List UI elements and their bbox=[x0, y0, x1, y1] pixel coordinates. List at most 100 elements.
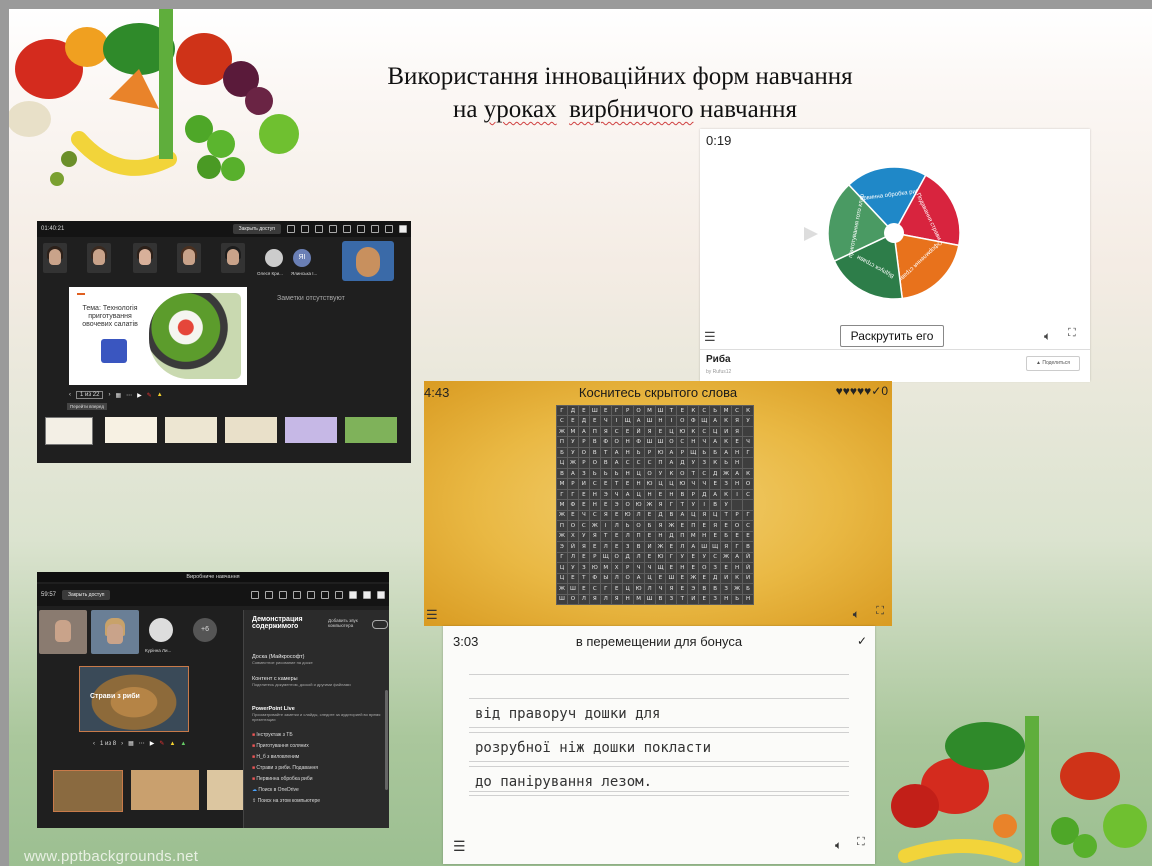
grid-letter[interactable]: І bbox=[611, 416, 622, 426]
grid-letter[interactable]: Я bbox=[721, 542, 732, 552]
pen-icon[interactable]: ✎ bbox=[159, 740, 164, 747]
content-icon[interactable] bbox=[301, 225, 309, 233]
grid-letter[interactable]: Н bbox=[622, 447, 633, 458]
grid-letter[interactable]: О bbox=[622, 500, 633, 510]
grid-letter[interactable]: Л bbox=[677, 542, 688, 552]
grid-letter[interactable]: Т bbox=[677, 594, 688, 604]
grid-letter[interactable]: Е bbox=[578, 552, 589, 563]
grid-letter[interactable]: А bbox=[622, 489, 633, 500]
grid-letter[interactable]: Е bbox=[578, 489, 589, 500]
grid-letter[interactable]: Ч bbox=[688, 479, 699, 489]
grid-letter[interactable]: Ф bbox=[567, 500, 578, 510]
grid-letter[interactable]: С bbox=[633, 458, 644, 468]
grid-letter[interactable]: Ж bbox=[721, 468, 732, 479]
grid-letter[interactable]: Ю bbox=[677, 426, 688, 437]
grid-letter[interactable]: Г bbox=[600, 584, 611, 594]
grid-letter[interactable]: Л bbox=[611, 521, 622, 531]
previous-slide-icon[interactable]: ‹ bbox=[93, 741, 95, 747]
grid-letter[interactable]: О bbox=[743, 479, 753, 489]
stop-sharing-button[interactable]: Закрыть доступ bbox=[232, 224, 281, 234]
layout-icon[interactable] bbox=[251, 591, 259, 599]
grid-letter[interactable]: Ц bbox=[666, 479, 677, 489]
grid-letter[interactable]: О bbox=[732, 521, 743, 531]
grid-letter[interactable]: К bbox=[666, 468, 677, 479]
grid-letter[interactable]: Г bbox=[666, 552, 677, 563]
grid-letter[interactable]: Т bbox=[578, 573, 589, 584]
grid-letter[interactable]: Ж bbox=[557, 426, 567, 437]
grid-letter[interactable]: Л bbox=[644, 584, 655, 594]
grid-letter[interactable]: Е bbox=[644, 510, 655, 521]
grid-letter[interactable]: Ц bbox=[557, 573, 567, 584]
grid-letter[interactable]: З bbox=[578, 468, 589, 479]
grid-letter[interactable]: Ж bbox=[732, 584, 743, 594]
grid-letter[interactable]: А bbox=[633, 573, 644, 584]
grid-letter[interactable]: С bbox=[677, 437, 688, 447]
grid-letter[interactable]: С bbox=[589, 479, 600, 489]
grid-letter[interactable]: Ф bbox=[589, 573, 600, 584]
grid-letter[interactable]: О bbox=[622, 573, 633, 584]
grid-letter[interactable]: Е bbox=[589, 542, 600, 552]
grid-letter[interactable]: Ц bbox=[557, 563, 567, 573]
reactions-icon[interactable] bbox=[357, 225, 365, 233]
slide-thumbnail[interactable] bbox=[53, 770, 123, 812]
pointer-icon[interactable]: ▶ bbox=[137, 392, 142, 399]
grid-letter[interactable]: Ш bbox=[655, 406, 666, 416]
grid-letter[interactable]: С bbox=[557, 416, 567, 426]
grid-letter[interactable]: М bbox=[633, 594, 644, 604]
grid-letter[interactable]: А bbox=[688, 542, 699, 552]
grid-letter[interactable]: П bbox=[677, 531, 688, 542]
more-options-icon[interactable]: ⋯ bbox=[139, 740, 145, 747]
grid-letter[interactable]: Щ bbox=[688, 447, 699, 458]
grid-letter[interactable]: Б bbox=[710, 447, 721, 458]
whiteboard-option[interactable]: Доска (Майкрософт) Совместное рисование … bbox=[252, 654, 382, 665]
grid-letter[interactable]: Г bbox=[557, 489, 567, 500]
menu-icon[interactable]: ☰ bbox=[426, 607, 438, 623]
grid-letter[interactable]: Е bbox=[699, 521, 710, 531]
grid-letter[interactable]: Ш bbox=[644, 594, 655, 604]
grid-letter[interactable]: С bbox=[699, 426, 710, 437]
grid-letter[interactable]: К bbox=[710, 458, 721, 468]
grid-letter[interactable]: Р bbox=[622, 563, 633, 573]
grid-letter[interactable]: Б bbox=[743, 584, 753, 594]
grid-letter[interactable]: А bbox=[578, 426, 589, 437]
grid-letter[interactable]: В bbox=[710, 584, 721, 594]
grid-letter[interactable]: Ш bbox=[666, 573, 677, 584]
view-icon[interactable] bbox=[265, 591, 273, 599]
grid-letter[interactable]: И bbox=[644, 542, 655, 552]
grid-letter[interactable]: Я bbox=[732, 426, 743, 437]
grid-letter[interactable]: Н bbox=[677, 563, 688, 573]
grid-letter[interactable]: Е bbox=[688, 552, 699, 563]
grid-letter[interactable]: Е bbox=[732, 437, 743, 447]
grid-letter[interactable]: Щ bbox=[710, 542, 721, 552]
grid-letter[interactable]: Н bbox=[721, 594, 732, 604]
grid-letter[interactable]: Ю bbox=[655, 552, 666, 563]
grid-letter[interactable]: Д bbox=[710, 468, 721, 479]
grid-letter[interactable]: Р bbox=[677, 447, 688, 458]
more-icon[interactable] bbox=[335, 591, 343, 599]
participants-icon[interactable] bbox=[329, 225, 337, 233]
grid-letter[interactable] bbox=[743, 458, 753, 468]
reactions-icon[interactable] bbox=[321, 591, 329, 599]
grid-letter[interactable]: П bbox=[633, 531, 644, 542]
grid-letter[interactable]: З bbox=[710, 594, 721, 604]
participants-icon[interactable] bbox=[293, 591, 301, 599]
grid-letter[interactable]: Ч bbox=[699, 479, 710, 489]
slide-thumbnail[interactable] bbox=[45, 417, 93, 445]
page-indicator[interactable]: 1 из 8 bbox=[100, 741, 116, 747]
grid-letter[interactable]: Ф bbox=[633, 437, 644, 447]
grid-letter[interactable]: Щ bbox=[655, 563, 666, 573]
grid-letter[interactable]: О bbox=[578, 447, 589, 458]
grid-letter[interactable]: Е bbox=[699, 573, 710, 584]
grid-letter[interactable]: Г bbox=[611, 406, 622, 416]
grid-letter[interactable]: З bbox=[721, 479, 732, 489]
fullscreen-icon[interactable]: ⛶ bbox=[876, 605, 884, 618]
grid-letter[interactable]: Г bbox=[557, 552, 567, 563]
grid-letter[interactable]: Я bbox=[589, 594, 600, 604]
grid-letter[interactable]: Ж bbox=[567, 458, 578, 468]
grid-letter[interactable]: А bbox=[721, 447, 732, 458]
grid-letter[interactable]: С bbox=[710, 552, 721, 563]
grid-letter[interactable]: Ш bbox=[644, 416, 655, 426]
grid-letter[interactable]: Е bbox=[644, 552, 655, 563]
grid-letter[interactable]: Э bbox=[611, 500, 622, 510]
grid-letter[interactable]: Ж bbox=[655, 542, 666, 552]
